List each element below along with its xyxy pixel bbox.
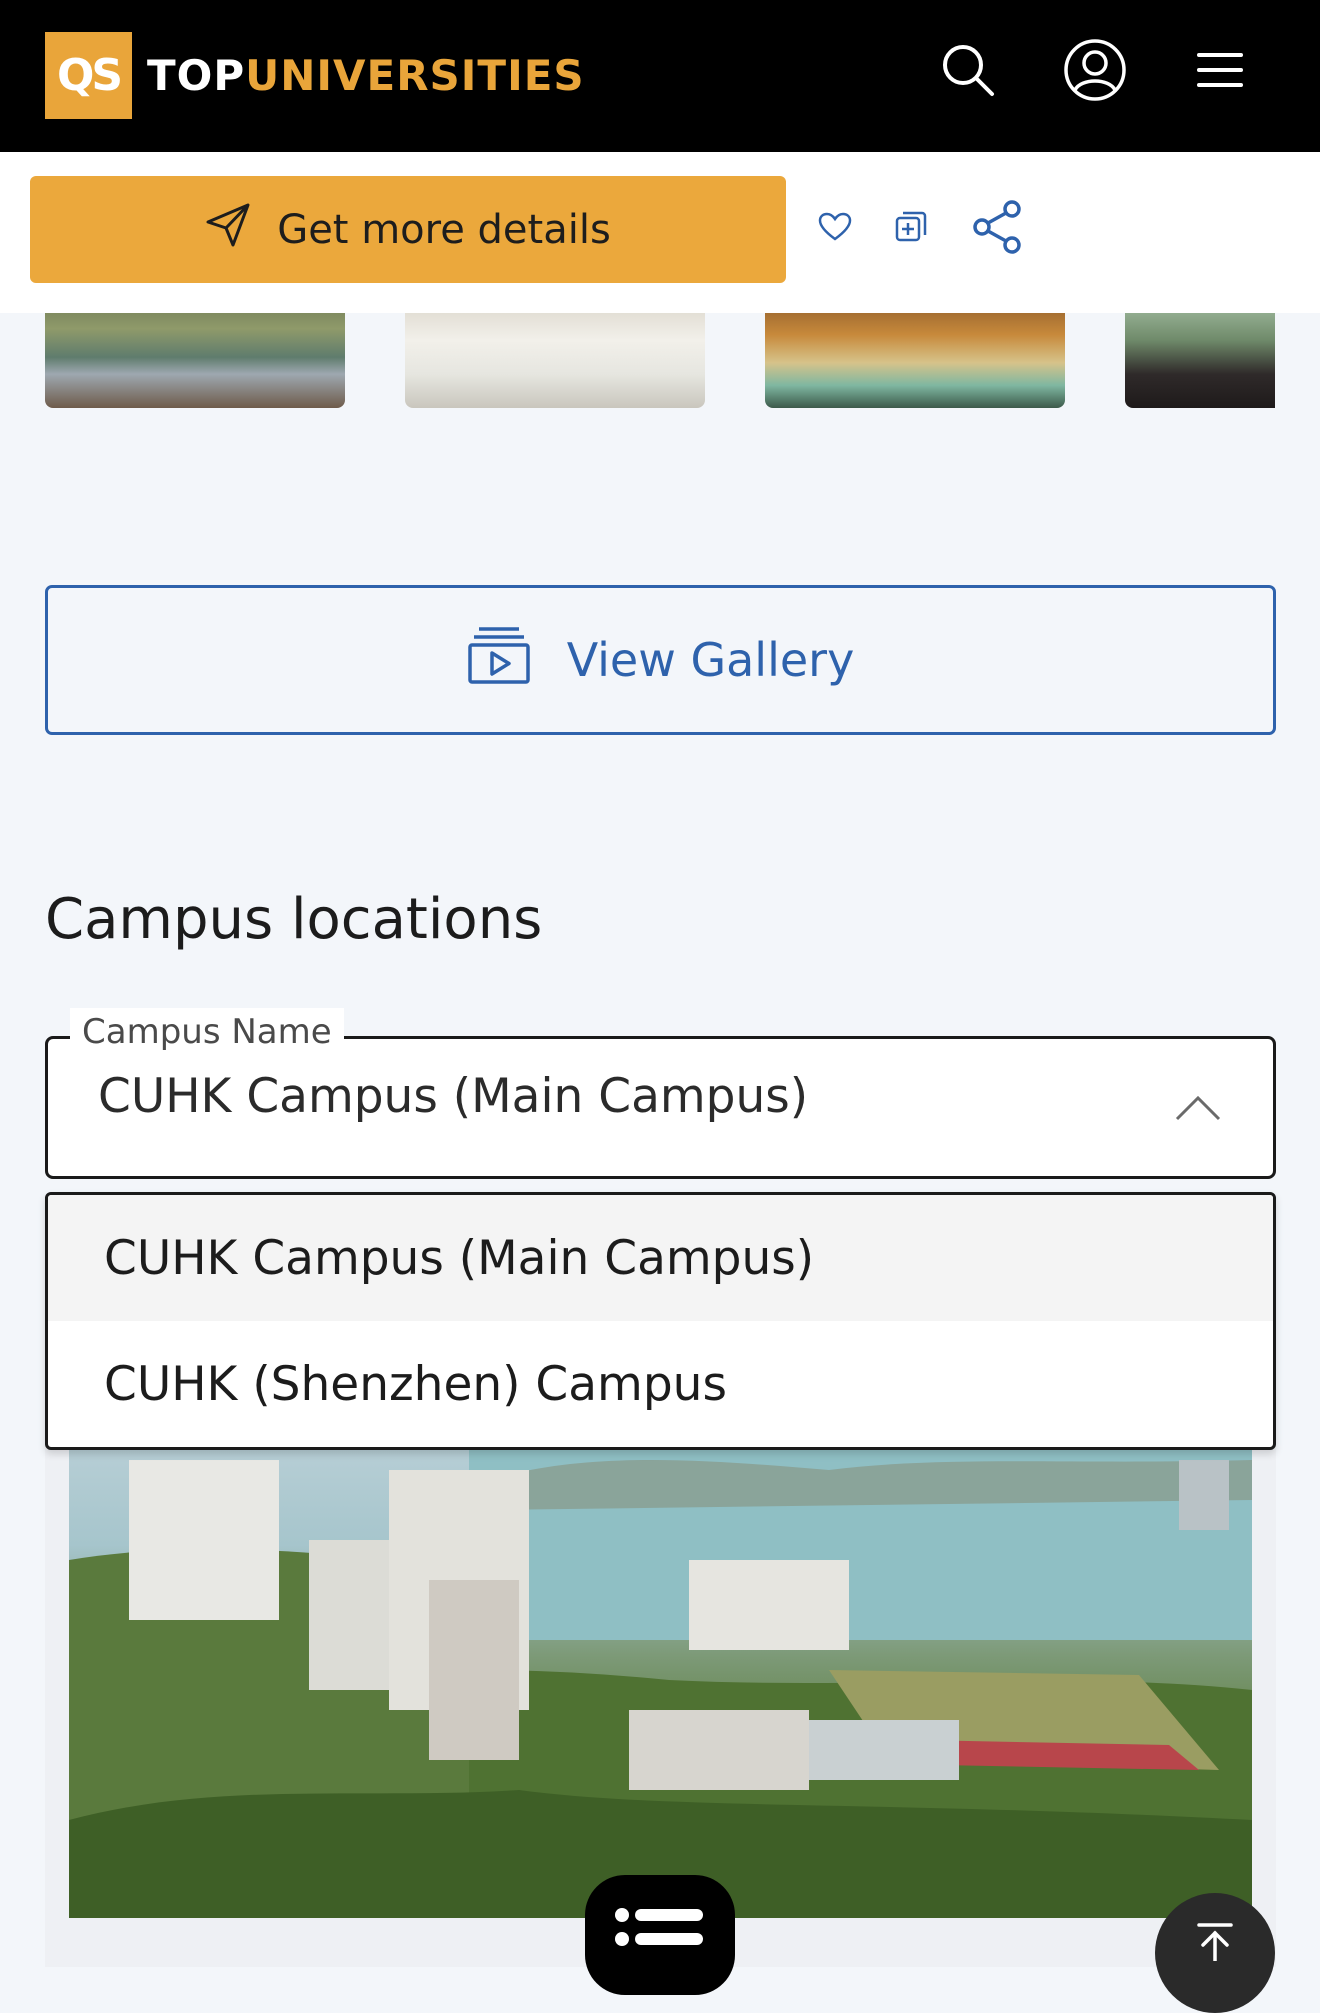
view-gallery-button[interactable]: View Gallery	[45, 585, 1276, 735]
campus-name-label: Campus Name	[70, 1008, 344, 1056]
campus-select-value: CUHK Campus (Main Campus)	[98, 1069, 809, 1124]
brand-name[interactable]: TOPUNIVERSITIES	[147, 48, 585, 104]
chevron-up-icon[interactable]	[1173, 1089, 1223, 1125]
user-account-icon[interactable]	[1055, 30, 1135, 110]
scroll-to-top-button[interactable]	[1155, 1893, 1275, 2013]
campus-photo	[69, 1440, 1252, 1918]
heart-icon[interactable]	[800, 192, 870, 262]
list-icon	[613, 1905, 707, 1995]
get-more-details-button[interactable]: Get more details	[30, 176, 786, 283]
gallery-play-icon	[467, 625, 531, 696]
sticky-action-bar: Get more details	[0, 152, 1320, 313]
arrow-up-to-top-icon	[1195, 1921, 1235, 2013]
view-gallery-label: View Gallery	[566, 633, 855, 687]
compare-add-icon[interactable]	[876, 192, 946, 262]
dropdown-option-shenzhen-campus[interactable]: CUHK (Shenzhen) Campus	[48, 1321, 1273, 1447]
dropdown-option-main-campus[interactable]: CUHK Campus (Main Campus)	[48, 1195, 1273, 1321]
cta-label: Get more details	[277, 206, 611, 253]
share-icon[interactable]	[963, 192, 1033, 262]
search-icon[interactable]	[928, 30, 1008, 110]
hamburger-menu-icon[interactable]	[1180, 30, 1260, 110]
brand-part-top: TOP	[147, 51, 246, 100]
top-navigation-bar: QS TOPUNIVERSITIES	[0, 0, 1320, 152]
qs-logo[interactable]: QS	[45, 32, 132, 119]
paper-plane-icon	[205, 202, 251, 258]
campus-dropdown-menu: CUHK Campus (Main Campus) CUHK (Shenzhen…	[45, 1192, 1276, 1450]
floating-menu-button[interactable]	[585, 1875, 735, 1995]
campus-locations-heading: Campus locations	[45, 887, 543, 952]
campus-name-select[interactable]: CUHK Campus (Main Campus)	[45, 1036, 1276, 1179]
logo-text: QS	[56, 50, 123, 101]
brand-part-universities: UNIVERSITIES	[245, 51, 585, 100]
